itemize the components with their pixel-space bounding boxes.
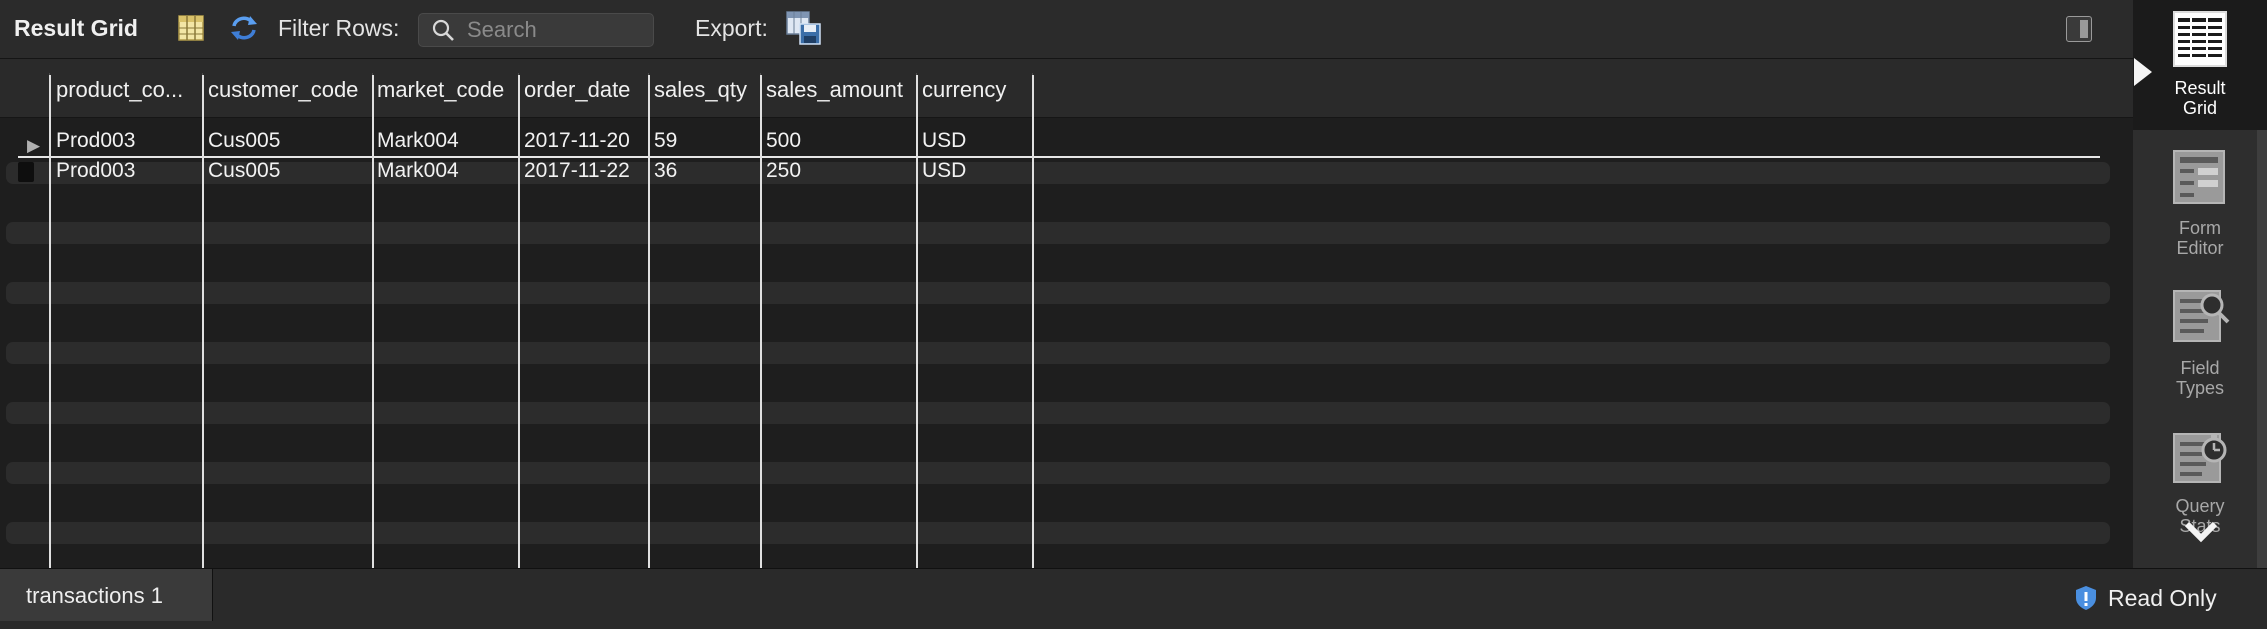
grid-header-row: product_co... customer_code market_code …	[0, 59, 2133, 118]
toggle-panel-button[interactable]	[2066, 16, 2092, 42]
form-editor-view-label: Form Editor	[2176, 218, 2224, 258]
form-editor-view-button[interactable]: Form Editor	[2133, 140, 2267, 270]
table-cell[interactable]: Mark004	[377, 129, 459, 153]
field-types-icon	[2172, 287, 2230, 345]
table-cell[interactable]: USD	[922, 159, 966, 183]
column-header-market-code[interactable]: market_code	[377, 77, 504, 103]
current-row-indicator-icon: ▶	[27, 136, 41, 155]
table-cell[interactable]: Prod003	[56, 159, 135, 183]
result-grid-view-button[interactable]: Result Grid	[2133, 0, 2267, 130]
filter-search-input[interactable]	[467, 17, 647, 43]
field-types-view-label: Field Types	[2175, 358, 2225, 398]
view-side-panel: Result Grid Form Editor Field Types Quer…	[2133, 0, 2267, 568]
table-cell[interactable]: Cus005	[208, 159, 280, 183]
result-grid-icon	[2172, 10, 2228, 68]
refresh-icon[interactable]	[228, 13, 258, 43]
table-cell[interactable]: Prod003	[56, 129, 135, 153]
result-grid-view-label: Result Grid	[2174, 78, 2226, 118]
active-view-indicator-icon	[2134, 58, 2152, 86]
read-only-status-label: Read Only	[2108, 585, 2217, 611]
query-stats-icon	[2172, 428, 2228, 486]
table-cell[interactable]: Cus005	[208, 129, 280, 153]
column-header-product-code[interactable]: product_co...	[56, 77, 183, 103]
filter-search-box[interactable]	[418, 13, 654, 47]
table-cell[interactable]: 2017-11-22	[524, 159, 630, 183]
table-cell[interactable]: 36	[654, 159, 677, 183]
export-icon[interactable]	[786, 11, 821, 45]
table-cell[interactable]: 59	[654, 129, 677, 153]
scroll-down-icon[interactable]	[2183, 520, 2219, 551]
bottom-status-bar: transactions 1 Read Only	[0, 568, 2267, 629]
filter-rows-label: Filter Rows:	[278, 15, 400, 41]
field-types-view-button[interactable]: Field Types	[2133, 280, 2267, 410]
column-header-sales-qty[interactable]: sales_qty	[654, 77, 747, 103]
column-header-order-date[interactable]: order_date	[524, 77, 630, 103]
export-label: Export:	[695, 15, 768, 41]
tab-label: transactions 1	[26, 583, 163, 608]
column-header-sales-amount[interactable]: sales_amount	[766, 77, 903, 103]
search-icon	[431, 18, 455, 47]
grid-layout-icon[interactable]	[176, 13, 206, 43]
result-grid-title: Result Grid	[14, 15, 138, 41]
table-cell[interactable]: Mark004	[377, 159, 459, 183]
table-cell[interactable]: 500	[766, 129, 801, 153]
result-grid-toolbar: Result Grid Filter Rows: Export:	[0, 0, 2133, 59]
form-editor-icon	[2172, 149, 2228, 207]
read-only-info-icon	[2072, 584, 2100, 612]
tab-transactions-1[interactable]: transactions 1	[0, 569, 213, 621]
table-row[interactable]: ▶ Prod003 Cus005 Mark004 2017-11-20 59 5…	[0, 127, 2133, 157]
table-cell[interactable]: USD	[922, 129, 966, 153]
query-stats-view-button[interactable]: Query Stats	[2133, 420, 2267, 550]
column-header-currency[interactable]: currency	[922, 77, 1006, 103]
result-grid[interactable]: product_co... customer_code market_code …	[0, 59, 2133, 568]
table-cell[interactable]: 2017-11-20	[524, 129, 630, 153]
side-panel-scrollbar[interactable]	[2257, 130, 2267, 568]
table-cell[interactable]: 250	[766, 159, 801, 183]
table-row[interactable]: Prod003 Cus005 Mark004 2017-11-22 36 250…	[0, 157, 2133, 187]
column-header-customer-code[interactable]: customer_code	[208, 77, 358, 103]
